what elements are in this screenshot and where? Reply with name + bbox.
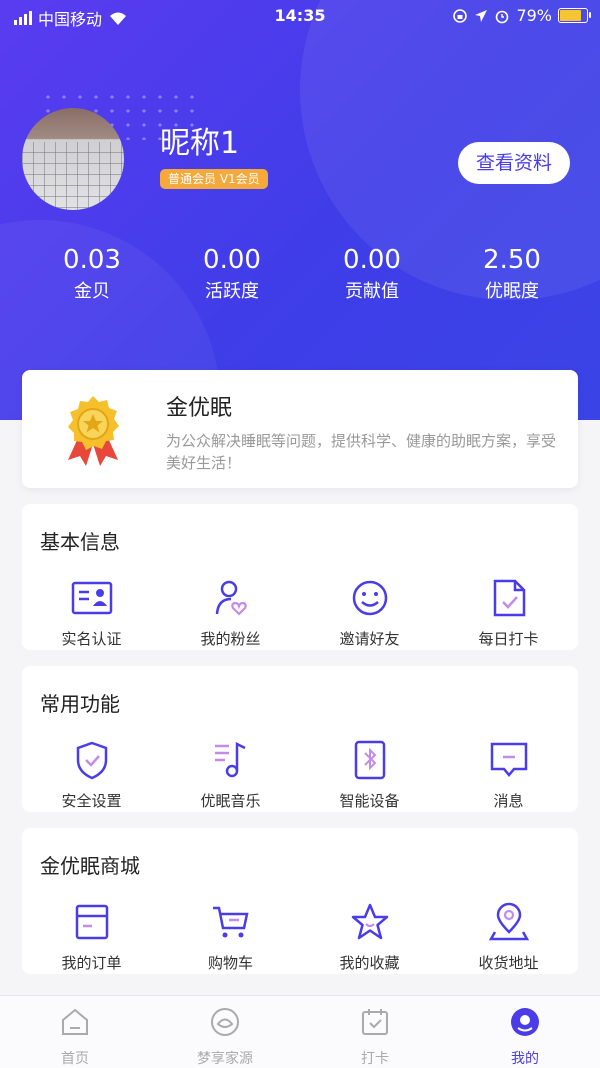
stats-row: 0.03 金贝 0.00 活跃度 0.00 贡献值 2.50 优眠度 xyxy=(0,244,600,306)
tab-mine[interactable]: 我的 xyxy=(450,996,600,1068)
menu-item-security[interactable]: 安全设置 xyxy=(22,740,161,811)
stat-label: 贡献值 xyxy=(345,281,399,302)
menu-item-label: 我的粉丝 xyxy=(200,630,261,648)
menu-item-smart-device[interactable]: 智能设备 xyxy=(300,740,439,811)
tab-checkin[interactable]: 打卡 xyxy=(300,996,450,1068)
section-title: 金优眠商城 xyxy=(40,854,140,878)
lock-rotation-icon xyxy=(453,8,468,23)
intro-title: 金优眠 xyxy=(166,396,233,421)
intro-card: 金优眠 为公众解决睡眠等问题，提供科学、健康的助眠方案，享受美好生活！ xyxy=(22,370,578,488)
menu-item-cart[interactable]: 购物车 xyxy=(161,902,300,973)
menu-item-label: 邀请好友 xyxy=(339,630,400,648)
menu-item-fans[interactable]: 我的粉丝 xyxy=(161,578,300,649)
tab-label: 我的 xyxy=(511,1051,539,1067)
location-arrow-icon xyxy=(475,9,488,22)
battery-icon xyxy=(558,8,591,23)
calendar-check-icon xyxy=(362,1009,388,1035)
battery-percent: 79% xyxy=(516,6,552,25)
stat-contribution[interactable]: 0.00 贡献值 xyxy=(302,244,442,306)
menu-item-label: 我的收藏 xyxy=(339,954,400,972)
menu-item-label: 优眠音乐 xyxy=(200,792,261,810)
section-mall: 金优眠商城 我的订单 购物车 我的收藏 收货地址 xyxy=(22,828,578,974)
tab-home[interactable]: 首页 xyxy=(0,996,150,1068)
menu-item-messages[interactable]: 消息 xyxy=(439,740,578,811)
profile-header: 中国移动 14:35 79% 昵称1 普通会员 V1会员 查看资料 0.03 金… xyxy=(0,0,600,420)
stat-value: 0.00 xyxy=(203,245,261,275)
status-bar: 中国移动 14:35 79% xyxy=(0,0,600,32)
menu-item-daily-checkin[interactable]: 每日打卡 xyxy=(439,578,578,649)
menu-item-favorites[interactable]: 我的收藏 xyxy=(300,902,439,973)
music-icon xyxy=(214,741,246,778)
menu-item-label: 每日打卡 xyxy=(478,630,539,648)
fans-icon xyxy=(215,580,247,616)
stat-gold-shell[interactable]: 0.03 金贝 xyxy=(22,244,162,306)
checkin-doc-icon xyxy=(493,579,525,617)
menu-item-sleep-music[interactable]: 优眠音乐 xyxy=(161,740,300,811)
tab-label: 首页 xyxy=(61,1051,89,1067)
bluetooth-device-icon xyxy=(354,740,385,780)
section-common-functions: 常用功能 安全设置 优眠音乐 智能设备 消息 xyxy=(22,666,578,812)
menu-item-invite[interactable]: 邀请好友 xyxy=(300,578,439,649)
star-icon xyxy=(351,903,388,940)
stat-label: 金贝 xyxy=(74,281,110,302)
stat-value: 2.50 xyxy=(483,245,541,275)
member-level-badge: 普通会员 V1会员 xyxy=(160,169,268,189)
home-icon xyxy=(62,1008,88,1035)
stat-activity[interactable]: 0.00 活跃度 xyxy=(162,244,302,306)
stat-value: 0.03 xyxy=(63,245,121,275)
menu-item-label: 收货地址 xyxy=(478,954,539,972)
section-title: 常用功能 xyxy=(40,692,120,716)
medal-icon xyxy=(68,396,119,466)
message-icon xyxy=(490,742,527,777)
order-icon xyxy=(75,904,108,940)
tab-label: 打卡 xyxy=(361,1051,389,1067)
menu-item-my-orders[interactable]: 我的订单 xyxy=(22,902,161,973)
intro-description: 为公众解决睡眠等问题，提供科学、健康的助眠方案，享受美好生活！ xyxy=(166,432,557,472)
stat-label: 活跃度 xyxy=(205,281,259,302)
location-icon xyxy=(488,902,529,941)
id-card-icon xyxy=(71,581,112,615)
menu-item-label: 我的订单 xyxy=(61,954,122,972)
cart-icon xyxy=(212,906,249,938)
section-title: 基本信息 xyxy=(40,530,120,554)
menu-item-label: 安全设置 xyxy=(61,792,122,810)
smile-icon xyxy=(352,580,387,616)
stat-sleep-score[interactable]: 2.50 优眠度 xyxy=(442,244,582,306)
bottom-tab-bar: 首页 梦享家源 打卡 我的 xyxy=(0,995,600,1068)
alarm-icon xyxy=(496,10,509,23)
avatar[interactable] xyxy=(22,108,124,210)
menu-item-label: 实名认证 xyxy=(61,630,122,648)
profile-icon xyxy=(511,1008,539,1036)
menu-item-label: 智能设备 xyxy=(339,792,400,810)
menu-item-shipping-address[interactable]: 收货地址 xyxy=(439,902,578,973)
stat-label: 优眠度 xyxy=(485,281,539,302)
tab-dream-source[interactable]: 梦享家源 xyxy=(150,996,300,1068)
view-profile-button[interactable]: 查看资料 xyxy=(458,142,570,184)
menu-item-label: 消息 xyxy=(493,792,524,810)
menu-item-label: 购物车 xyxy=(207,954,253,972)
menu-item-real-name[interactable]: 实名认证 xyxy=(22,578,161,649)
section-basic-info: 基本信息 实名认证 我的粉丝 邀请好友 每日打卡 xyxy=(22,504,578,650)
dream-icon xyxy=(211,1008,239,1036)
nickname: 昵称1 xyxy=(160,126,240,161)
tab-label: 梦享家源 xyxy=(197,1051,253,1067)
stat-value: 0.00 xyxy=(343,245,401,275)
shield-icon xyxy=(76,741,107,780)
